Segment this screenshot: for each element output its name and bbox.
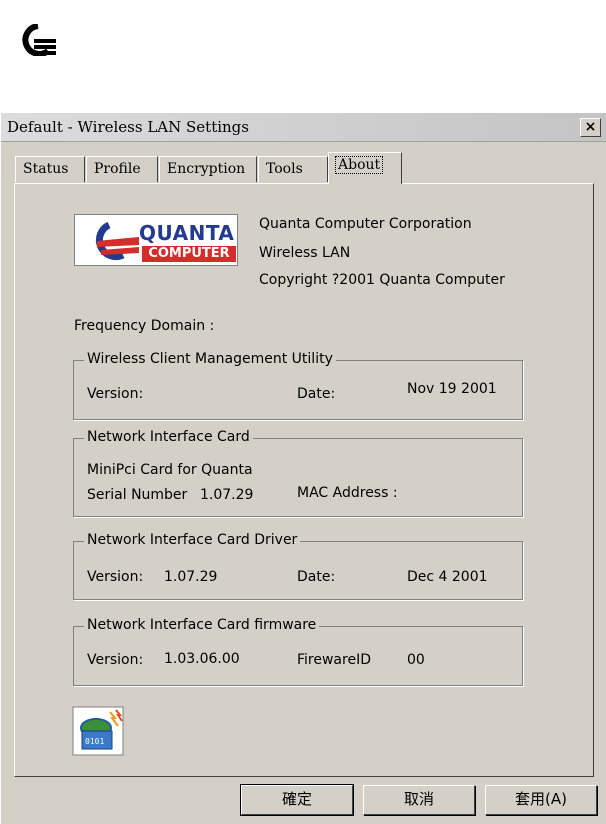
firmware-version-value: 1.03.06.00 [164,651,240,667]
logo-word-quanta: QUANTA [139,221,235,245]
apply-button[interactable]: 套用(A) [485,785,597,815]
tab-status[interactable]: Status [15,156,85,182]
firmware-group: Network Interface Card firmware Version:… [73,617,523,686]
utility-group: Wireless Client Management Utility Versi… [73,351,523,420]
utility-date-value: Nov 19 2001 [407,381,497,397]
settings-window: Default - Wireless LAN Settings × Status… [0,112,606,824]
firmware-group-title: Network Interface Card firmware [84,617,320,633]
logo-word-computer: COMPUTER [142,246,236,262]
nic-card-name: MiniPci Card for Quanta [87,462,253,478]
driver-version-value: 1.07.29 [164,569,218,585]
driver-group: Network Interface Card Driver Version: 1… [73,532,523,600]
ok-button[interactable]: 確定 [240,784,354,816]
firmware-version-label: Version: [87,652,144,668]
window-title: Default - Wireless LAN Settings [7,118,249,136]
firmware-id-label: FirewareID [297,652,371,668]
utility-group-title: Wireless Client Management Utility [84,351,336,367]
copyright-text: Copyright ?2001 Quanta Computer [259,272,505,288]
nic-group-title: Network Interface Card [84,429,253,445]
nic-serial-value: 1.07.29 [200,487,254,503]
firmware-id-value: 00 [407,652,425,668]
nic-serial-label: Serial Number [87,487,188,503]
company-name: Quanta Computer Corporation [259,216,472,232]
cancel-button[interactable]: 取消 [363,785,475,815]
network-card-icon: 0101 [72,706,124,756]
about-panel: QUANTA COMPUTER Quanta Computer Corporat… [14,183,594,777]
product-name: Wireless LAN [259,245,351,261]
close-button[interactable]: × [580,118,601,137]
utility-date-label: Date: [297,386,336,402]
frequency-domain-label: Frequency Domain : [74,318,215,334]
tab-about[interactable]: About [328,152,402,184]
svg-text:0101: 0101 [85,737,104,746]
tab-tools[interactable]: Tools [258,156,328,182]
nic-group: Network Interface Card MiniPci Card for … [73,429,523,517]
driver-date-value: Dec 4 2001 [407,569,488,585]
driver-version-label: Version: [87,569,144,585]
quanta-company-logo: QUANTA COMPUTER [74,214,238,266]
driver-group-title: Network Interface Card Driver [84,532,301,548]
title-bar[interactable]: Default - Wireless LAN Settings × [1,113,606,142]
tab-encryption[interactable]: Encryption [159,156,257,182]
nic-mac-label: MAC Address : [297,485,398,501]
quanta-q-icon [95,221,139,261]
quanta-logo-icon [22,24,56,56]
driver-date-label: Date: [297,569,336,585]
utility-version-label: Version: [87,386,144,402]
tab-profile[interactable]: Profile [86,156,158,182]
